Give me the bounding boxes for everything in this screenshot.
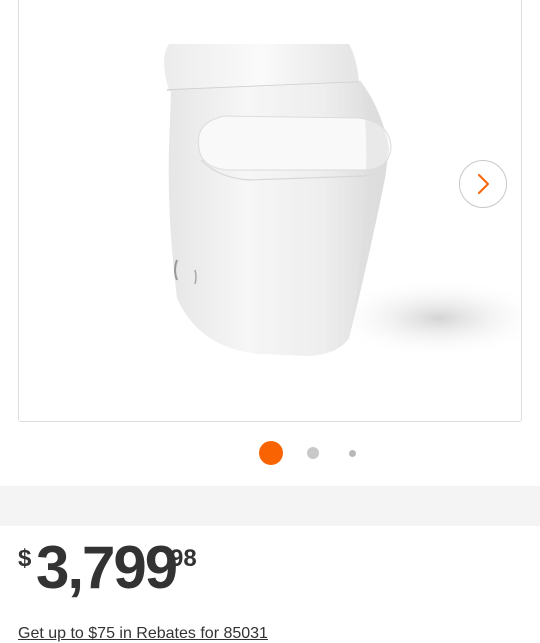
chevron-right-icon <box>478 174 489 194</box>
price-cents: 98 <box>170 545 197 572</box>
product-image-gallery <box>0 0 540 486</box>
carousel-indicator <box>0 440 540 466</box>
product-image[interactable] <box>19 0 522 422</box>
rebate-link[interactable]: Get up to $75 in Rebates for 85031 <box>18 625 268 643</box>
carousel-dot-1[interactable] <box>259 441 283 465</box>
product-image-frame[interactable] <box>18 0 522 422</box>
carousel-dot-2[interactable] <box>307 447 319 459</box>
price-dollars: 3,799 <box>36 534 178 601</box>
price-currency-symbol: $ <box>18 545 32 572</box>
next-image-button[interactable] <box>459 160 507 208</box>
section-divider <box>0 486 540 526</box>
carousel-dot-3[interactable] <box>349 450 356 457</box>
